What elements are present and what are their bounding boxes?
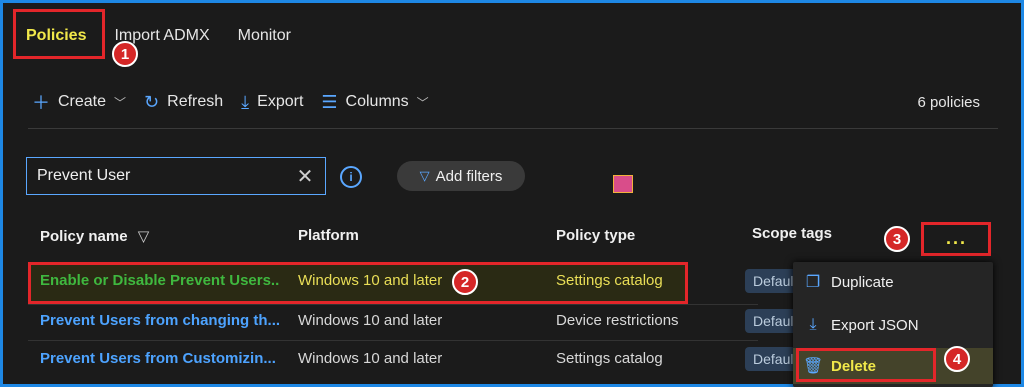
tab-monitor[interactable]: Monitor (224, 27, 305, 45)
platform-cell: Windows 10 and later (298, 312, 443, 329)
copy-icon: ❐ (805, 274, 821, 291)
toolbar-divider (28, 128, 998, 129)
policy-type-cell: Device restrictions (556, 312, 679, 329)
search-box: ✕ (26, 157, 326, 195)
refresh-label: Refresh (167, 93, 224, 110)
download-icon: ⤓ (241, 91, 250, 112)
scope-tag: Default (745, 347, 797, 371)
more-options-button[interactable]: ... (946, 228, 967, 249)
columns-button[interactable]: ☰ Columns ﹀ (321, 92, 428, 113)
row-divider (28, 340, 758, 341)
annotation-box-delete (796, 348, 936, 382)
column-header-policy-name[interactable]: Policy name ▽ (40, 227, 149, 245)
step-badge-4: 4 (944, 346, 970, 372)
policy-type-cell: Settings catalog (556, 350, 663, 367)
policy-name-link[interactable]: Prevent Users from Customizin... (40, 350, 280, 367)
platform-cell: Windows 10 and later (298, 350, 443, 367)
policy-name-link[interactable]: Prevent Users from changing th... (40, 312, 280, 329)
refresh-button[interactable]: ↻ Refresh (144, 92, 223, 113)
site-logo (613, 175, 633, 193)
scope-tag: Default (745, 269, 797, 293)
export-button[interactable]: ⤓ Export (241, 92, 303, 113)
annotation-box-row (28, 262, 688, 304)
filter-icon: ▽ (419, 168, 430, 183)
export-label: Export (257, 93, 304, 110)
refresh-icon: ↻ (144, 91, 160, 112)
columns-icon: ☰ (321, 91, 338, 112)
download-icon: ⤓ (809, 316, 817, 333)
step-badge-2: 2 (452, 269, 478, 295)
toolbar: ＋ Create ﹀ ↻ Refresh ⤓ Export ☰ Columns … (32, 86, 447, 118)
chevron-down-icon: ﹀ (114, 95, 127, 110)
scope-tag: Default (745, 309, 797, 333)
step-badge-1: 1 (112, 41, 138, 67)
menu-item-duplicate[interactable]: ❐ Duplicate (793, 264, 993, 300)
column-header-policy-type[interactable]: Policy type (556, 227, 635, 244)
plus-icon: ＋ (32, 93, 50, 113)
columns-label: Columns (345, 93, 409, 110)
search-input[interactable] (27, 166, 285, 186)
create-button[interactable]: ＋ Create ﹀ (32, 89, 126, 115)
annotation-box-policies (13, 9, 105, 59)
clear-icon[interactable]: ✕ (285, 164, 325, 189)
menu-item-export-json[interactable]: ⤓ Export JSON (793, 307, 993, 343)
policy-count: 6 policies (917, 94, 980, 111)
filter-icon[interactable]: ▽ (138, 228, 150, 245)
chevron-down-icon: ﹀ (416, 95, 429, 110)
row-divider (28, 304, 758, 305)
add-filters-button[interactable]: ▽ Add filters (397, 161, 525, 191)
create-label: Create (58, 93, 107, 110)
info-icon[interactable]: i (340, 166, 362, 188)
add-filters-label: Add filters (435, 167, 503, 185)
column-header-platform[interactable]: Platform (298, 227, 359, 244)
step-badge-3: 3 (884, 226, 910, 252)
column-header-scope-tags[interactable]: Scope tags (752, 225, 832, 242)
